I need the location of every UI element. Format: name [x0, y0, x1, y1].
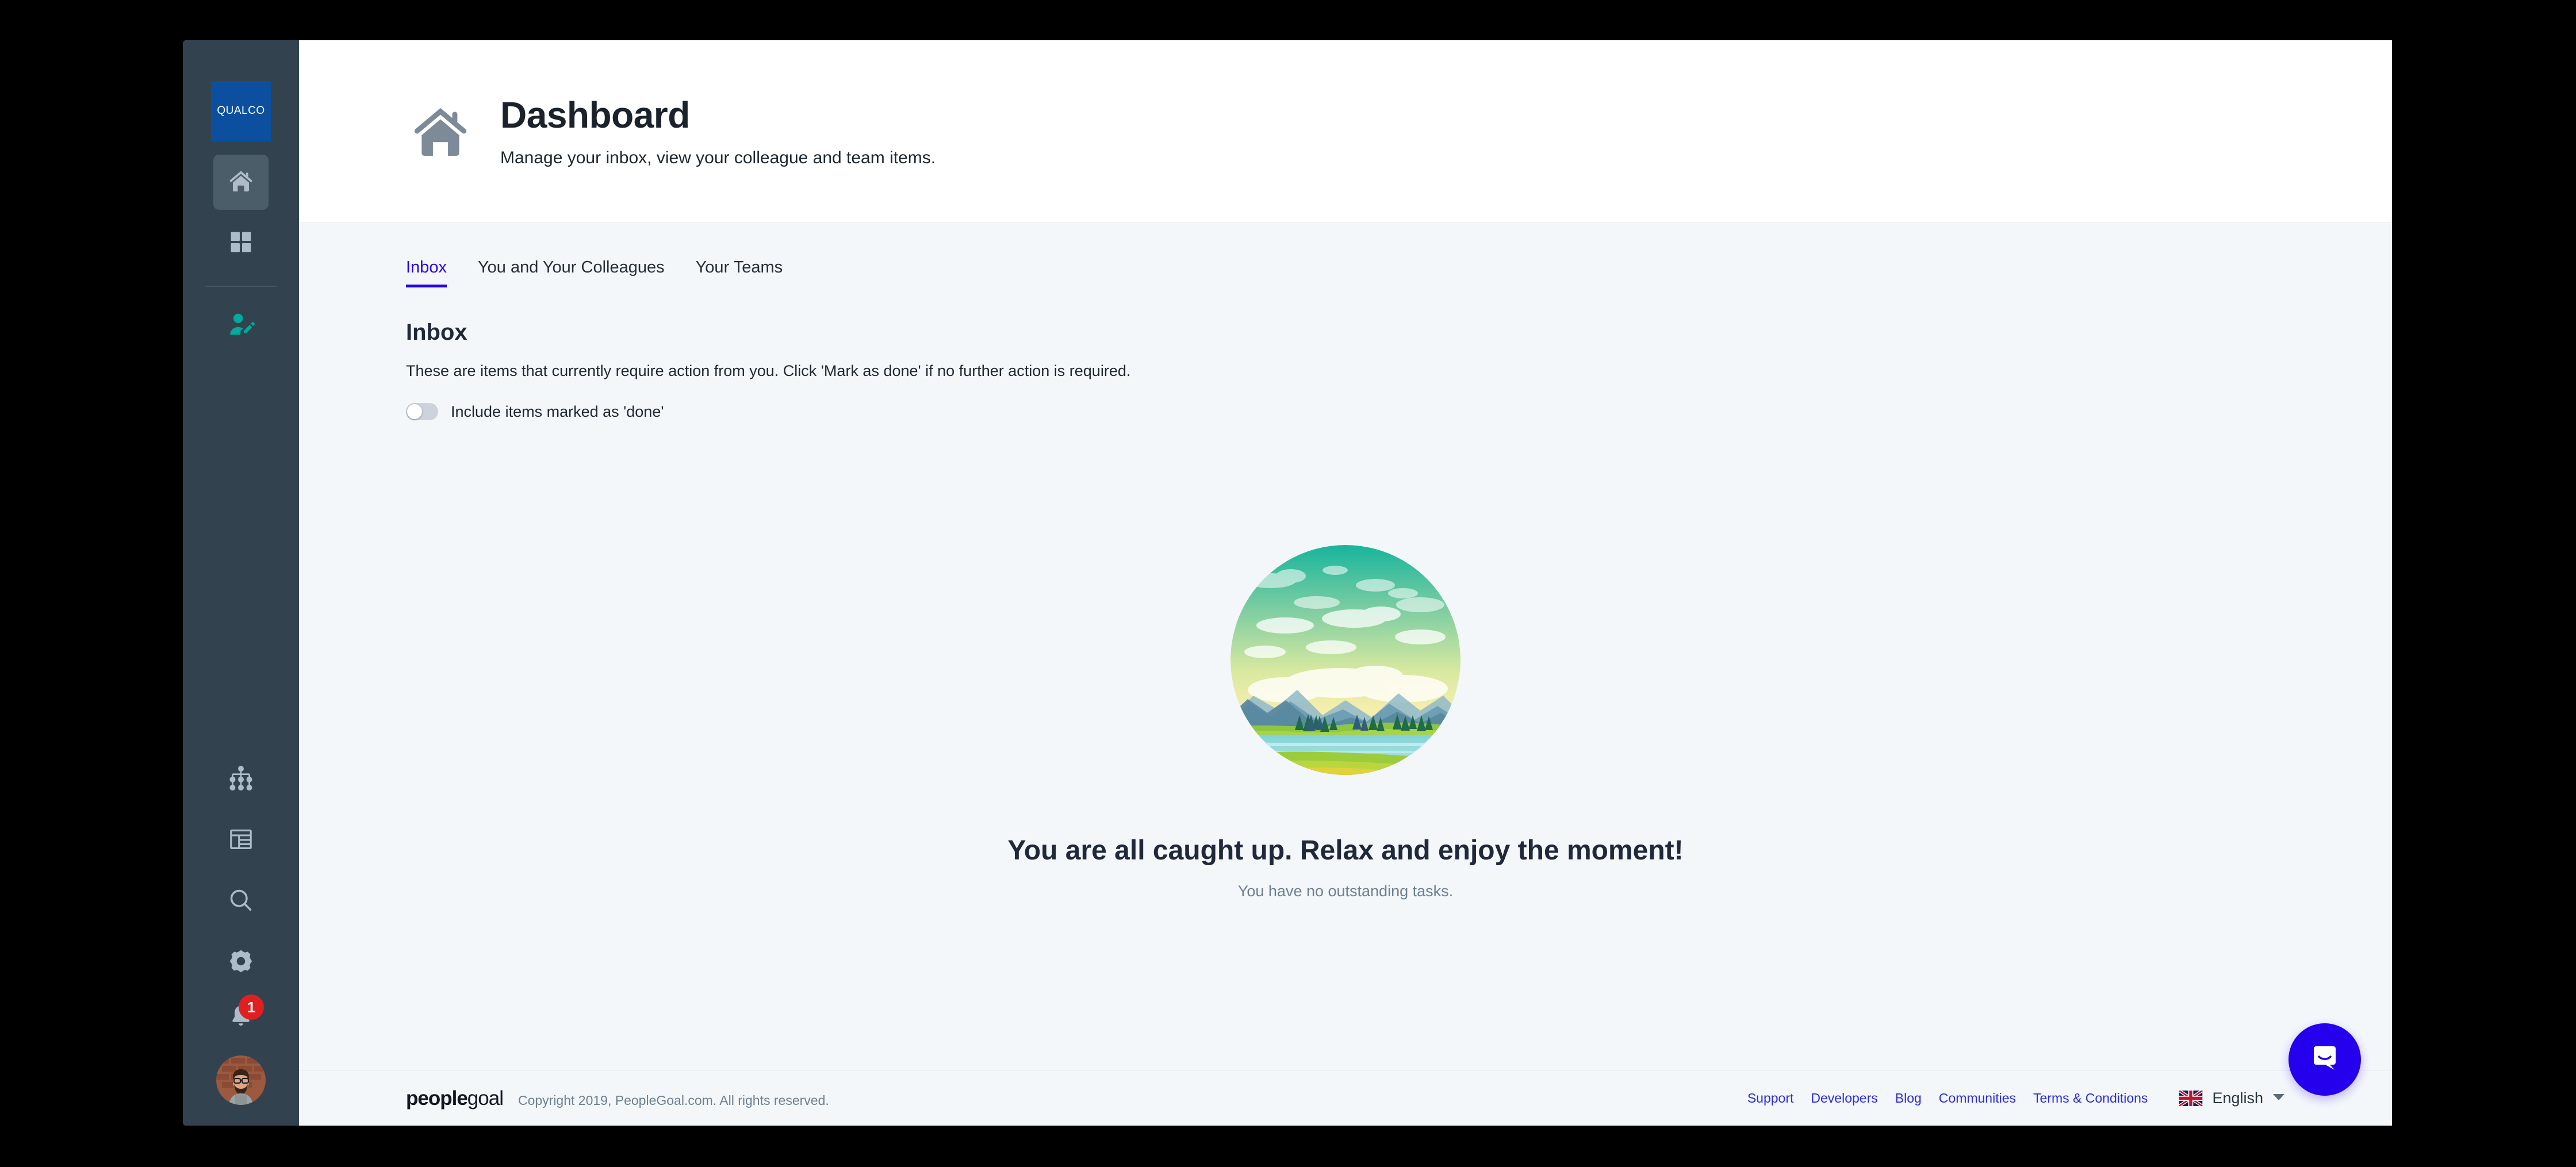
page-header: Dashboard Manage your inbox, view your c… [299, 40, 2392, 223]
landscape-illustration [1230, 545, 1460, 775]
empty-state: You are all caught up. Relax and enjoy t… [299, 545, 2392, 900]
intercom-chat-button[interactable] [2288, 1023, 2361, 1096]
avatar[interactable] [216, 1055, 266, 1105]
sidebar-item-settings[interactable] [213, 935, 269, 990]
sidebar-item-search[interactable] [213, 874, 269, 929]
sidebar-item-home[interactable] [213, 155, 269, 210]
brand-logo[interactable]: QUALCO [211, 81, 271, 141]
sidebar-item-apps[interactable] [213, 216, 269, 271]
footer-link-support[interactable]: Support [1747, 1091, 1794, 1106]
footer: peoplegoal Copyright 2019, PeopleGoal.co… [299, 1070, 2392, 1126]
footer-logo-bold: people [406, 1087, 468, 1110]
grid-icon [228, 229, 254, 258]
sidebar-item-reports[interactable] [213, 813, 269, 868]
chevron-down-icon[interactable] [2272, 1093, 2285, 1104]
footer-link-blog[interactable]: Blog [1895, 1091, 1922, 1106]
page-title: Dashboard [500, 94, 690, 136]
intercom-chat-icon [2307, 1041, 2343, 1079]
sidebar-divider [205, 286, 277, 287]
content-area: Inbox You and Your Colleagues Your Teams… [299, 223, 2392, 1070]
language-picker[interactable]: English [2179, 1089, 2285, 1107]
footer-link-terms-and-conditions[interactable]: Terms & Conditions [2033, 1091, 2148, 1106]
include-done-toggle[interactable] [406, 403, 438, 421]
table-icon [228, 827, 254, 855]
user-edit-icon [227, 311, 255, 341]
section-description: These are items that currently require a… [406, 362, 1131, 379]
org-chart-icon [228, 765, 254, 794]
brand-logo-label: QUALCO [217, 105, 265, 117]
footer-logo-light: goal [467, 1087, 504, 1110]
footer-link-communities[interactable]: Communities [1939, 1091, 2016, 1106]
sidebar-item-profile-edit[interactable] [213, 298, 269, 354]
empty-state-title: You are all caught up. Relax and enjoy t… [1007, 835, 1684, 866]
page-subtitle: Manage your inbox, view your colleague a… [500, 148, 936, 167]
home-icon [406, 99, 475, 164]
sidebar-bottom: 1 [213, 990, 269, 1126]
notification-count-badge: 1 [239, 995, 264, 1020]
main-column: Dashboard Manage your inbox, view your c… [299, 40, 2392, 1126]
sidebar-item-org-chart[interactable] [213, 752, 269, 807]
language-label: English [2212, 1089, 2263, 1107]
uk-flag-icon [2179, 1091, 2203, 1106]
footer-link-developers[interactable]: Developers [1811, 1091, 1877, 1106]
sidebar: QUALCO 1 [183, 40, 299, 1126]
footer-copyright: Copyright 2019, PeopleGoal.com. All righ… [518, 1092, 829, 1108]
tab-you-and-your-colleagues[interactable]: You and Your Colleagues [478, 258, 665, 287]
section-title: Inbox [406, 319, 467, 345]
page-header-text: Dashboard Manage your inbox, view your c… [500, 95, 936, 167]
notifications-button[interactable]: 1 [213, 990, 269, 1045]
include-done-toggle-row[interactable]: Include items marked as 'done' [406, 403, 2285, 421]
footer-right: Support Developers Blog Communities Term… [1747, 1089, 2285, 1107]
app-window: QUALCO 1 Dashboard Manage your inbox, vi… [183, 40, 2392, 1126]
peoplegoal-logo: peoplegoal [406, 1087, 504, 1110]
tab-inbox[interactable]: Inbox [406, 258, 447, 287]
tab-your-teams[interactable]: Your Teams [696, 258, 783, 287]
search-icon [228, 887, 254, 916]
tab-bar: Inbox You and Your Colleagues Your Teams [406, 223, 2285, 287]
include-done-toggle-label: Include items marked as 'done' [451, 402, 664, 420]
home-icon [227, 167, 255, 198]
footer-left: peoplegoal Copyright 2019, PeopleGoal.co… [406, 1087, 829, 1110]
gear-icon [228, 948, 254, 977]
empty-state-subtitle: You have no outstanding tasks. [1237, 882, 1454, 900]
toggle-knob [407, 404, 422, 420]
